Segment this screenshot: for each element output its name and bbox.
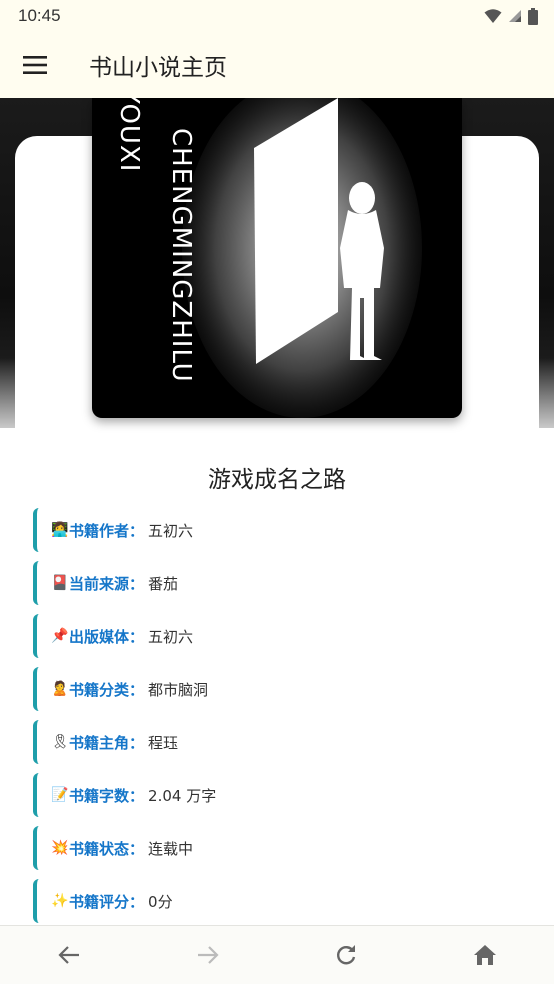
menu-button[interactable] [0, 32, 70, 98]
book-cover[interactable]: YOUXI CHENGMINGZHILU [92, 98, 462, 418]
info-value: 五初六 [148, 521, 194, 540]
info-value: 五初六 [148, 627, 194, 646]
info-colon: ： [129, 680, 145, 699]
sparkles-icon: ✨ [51, 893, 69, 909]
forward-button[interactable] [178, 930, 238, 980]
info-colon: ： [129, 733, 145, 752]
bottom-nav [0, 925, 554, 984]
memo-icon: 📝 [51, 787, 69, 803]
forward-arrow-icon [197, 946, 219, 964]
category-icon: 🙎 [51, 681, 69, 697]
info-colon: ： [129, 521, 145, 540]
info-value: 都市脑洞 [148, 680, 209, 699]
info-label: 书籍作者 [69, 521, 130, 540]
ribbon-icon: 🎗 [51, 734, 69, 750]
status-icons [484, 7, 538, 25]
info-word-count: 📝 书籍字数： 2.04 万字 [33, 773, 523, 817]
hamburger-menu-icon [23, 56, 47, 74]
refresh-button[interactable] [316, 930, 376, 980]
back-arrow-icon [58, 946, 80, 964]
info-colon: ： [129, 839, 145, 858]
info-source: 🎴 当前来源： 番茄 [33, 561, 523, 605]
info-value: 2.04 万字 [148, 786, 217, 805]
info-label: 书籍主角 [69, 733, 130, 752]
info-author: 👩‍💻 书籍作者： 五初六 [33, 508, 523, 552]
info-value: 番茄 [148, 574, 179, 593]
source-icon: 🎴 [51, 575, 69, 591]
info-label: 书籍分类 [69, 680, 130, 699]
info-colon: ： [129, 786, 145, 805]
home-button[interactable] [455, 930, 515, 980]
page-title: 书山小说主页 [89, 55, 227, 81]
refresh-icon [337, 945, 356, 965]
battery-icon [528, 7, 538, 25]
info-label: 书籍状态 [69, 839, 130, 858]
info-value: 程珏 [148, 733, 179, 752]
info-label: 书籍字数 [69, 786, 130, 805]
status-time: 10:45 [18, 6, 61, 25]
cover-title-line-1: YOUXI [114, 98, 144, 173]
info-status: 💥 书籍状态： 连载中 [33, 826, 523, 870]
back-button[interactable] [39, 930, 99, 980]
info-rating: ✨ 书籍评分： 0分 [33, 879, 523, 923]
pushpin-icon: 📌 [51, 628, 69, 644]
wifi-icon [484, 9, 502, 23]
info-colon: ： [129, 627, 145, 646]
info-colon: ： [129, 574, 145, 593]
main-content[interactable]: YOUXI CHENGMINGZHILU 游戏成名之路 👩‍💻 书籍作者： 五初… [0, 98, 554, 925]
info-publisher: 📌 出版媒体： 五初六 [33, 614, 523, 658]
app-bar: 书山小说主页 [0, 32, 554, 98]
info-protagonist: 🎗 书籍主角： 程珏 [33, 720, 523, 764]
info-colon: ： [129, 892, 145, 911]
info-value: 0分 [148, 892, 173, 911]
collision-icon: 💥 [51, 840, 69, 856]
info-value: 连载中 [148, 839, 194, 858]
info-label: 当前来源 [69, 574, 130, 593]
signal-icon [509, 10, 521, 22]
book-info-list: 👩‍💻 书籍作者： 五初六 🎴 当前来源： 番茄 📌 出版媒体： 五初六 🙎 书… [33, 508, 523, 925]
info-label: 书籍评分 [69, 892, 130, 911]
cover-art [182, 98, 422, 418]
info-label: 出版媒体 [69, 627, 130, 646]
author-icon: 👩‍💻 [51, 522, 69, 538]
home-icon [473, 945, 496, 965]
status-bar: 10:45 [0, 0, 554, 32]
book-title: 游戏成名之路 [208, 467, 346, 493]
cover-title-line-2: CHENGMINGZHILU [166, 128, 196, 383]
info-category: 🙎 书籍分类： 都市脑洞 [33, 667, 523, 711]
